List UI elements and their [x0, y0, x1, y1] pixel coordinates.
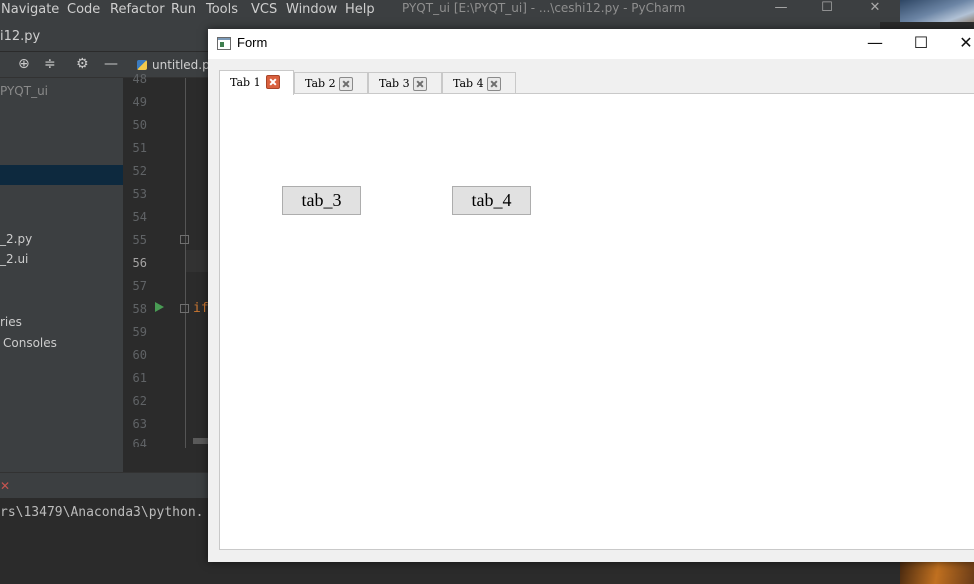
menu-help[interactable]: Help [345, 0, 375, 22]
maximize-icon[interactable]: ☐ [898, 29, 944, 59]
minimize-icon[interactable]: — [852, 29, 898, 59]
line-number: 57 [132, 279, 147, 293]
tab-2[interactable]: Tab 2 [294, 72, 368, 94]
project-item[interactable]: _2.py [0, 232, 32, 246]
project-item[interactable]: Consoles [3, 336, 57, 350]
line-number: 51 [132, 141, 147, 155]
tab-4-label: Tab 4 [453, 77, 484, 90]
line-number: 53 [132, 187, 147, 201]
project-item[interactable]: ries [0, 315, 22, 329]
menu-run[interactable]: Run [171, 0, 196, 22]
line-number: 64 [132, 437, 147, 447]
line-number: 61 [132, 371, 147, 385]
tab-4-button[interactable]: tab_4 [452, 186, 531, 215]
locate-icon[interactable]: ⊕ [18, 56, 30, 72]
menu-navigate[interactable]: Navigate [1, 0, 59, 22]
run-gutter-icon[interactable] [155, 302, 164, 312]
run-toolbar: ✕ [0, 472, 213, 498]
fold-marker-icon[interactable] [180, 235, 189, 244]
menu-code[interactable]: Code [67, 0, 100, 22]
code-keyword: if [193, 301, 209, 316]
console-output: rs\13479\Anaconda3\python. [0, 505, 204, 520]
line-number: 60 [132, 348, 147, 362]
code-editor[interactable] [123, 78, 213, 472]
menu-vcs[interactable]: VCS [251, 0, 277, 22]
window-app-icon [217, 37, 231, 50]
tab-3-label: Tab 3 [379, 77, 410, 90]
ide-maximize-icon[interactable]: ☐ [812, 0, 842, 18]
collapse-icon[interactable]: ≑ [44, 56, 56, 72]
line-number: 59 [132, 325, 147, 339]
menu-tools[interactable]: Tools [206, 0, 238, 22]
line-number: 58 [132, 302, 147, 316]
line-number-current: 56 [132, 256, 147, 270]
close-icon[interactable]: ✕ [943, 29, 974, 59]
line-number: 55 [132, 233, 147, 247]
line-number: 62 [132, 394, 147, 408]
hide-icon[interactable]: — [104, 56, 118, 72]
ide-window-title: PYQT_ui [E:\PYQT_ui] - ...\ceshi12.py - … [402, 1, 686, 15]
tab-pane: tab_3 tab_4 [219, 93, 974, 550]
tab-3-button[interactable]: tab_3 [282, 186, 361, 215]
form-window: Form — ☐ ✕ Tab 1 Tab 2 Tab 3 Tab 4 tab_3… [208, 29, 974, 562]
gutter-divider [185, 78, 186, 448]
tab-1[interactable]: Tab 1 [219, 70, 294, 95]
tab-4[interactable]: Tab 4 [442, 72, 516, 94]
desktop-wallpaper-bottom [900, 562, 974, 584]
project-root[interactable]: PYQT_ui [0, 84, 48, 98]
menu-window[interactable]: Window [286, 0, 337, 22]
ide-close-icon[interactable]: ✕ [860, 0, 890, 18]
ide-current-file[interactable]: i12.py [0, 29, 40, 44]
menu-refactor[interactable]: Refactor [110, 0, 165, 22]
tab-1-close-icon[interactable] [266, 75, 280, 89]
tab-3-close-icon[interactable] [413, 77, 427, 91]
tab-2-label: Tab 2 [305, 77, 336, 90]
form-titlebar[interactable]: Form — ☐ ✕ [208, 29, 974, 59]
tab-1-label: Tab 1 [230, 76, 261, 89]
project-toolbar: ⊕ ≑ ⚙ — [0, 52, 123, 78]
tab-2-close-icon[interactable] [339, 77, 353, 91]
tab-3[interactable]: Tab 3 [368, 72, 442, 94]
project-panel: PYQT_ui _2.py _2.ui ries Consoles [0, 78, 123, 472]
line-number: 49 [132, 95, 147, 109]
line-number: 50 [132, 118, 147, 132]
fold-marker-icon[interactable] [180, 304, 189, 313]
line-number: 63 [132, 417, 147, 431]
ide-menubar: Navigate Code Refactor Run Tools VCS Win… [0, 0, 974, 22]
project-selected-row[interactable] [0, 165, 123, 185]
ide-minimize-icon[interactable]: — [766, 0, 796, 18]
line-number: 54 [132, 210, 147, 224]
project-item[interactable]: _2.ui [0, 252, 28, 266]
line-number: 52 [132, 164, 147, 178]
line-number: 48 [132, 72, 147, 86]
python-file-icon [137, 60, 147, 70]
tab-4-close-icon[interactable] [487, 77, 501, 91]
run-close-icon[interactable]: ✕ [0, 479, 10, 493]
gear-icon[interactable]: ⚙ [76, 56, 89, 72]
form-title: Form [237, 35, 268, 50]
